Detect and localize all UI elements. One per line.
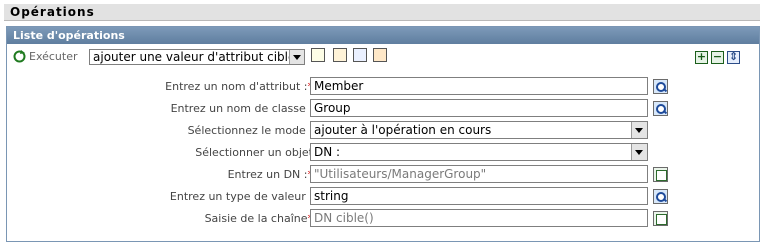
- remove-icon[interactable]: −: [711, 51, 724, 64]
- object-row: Sélectionner un objet DN :: [7, 142, 759, 164]
- add-icon[interactable]: +: [695, 51, 708, 64]
- search-icon[interactable]: [653, 101, 668, 116]
- cut-icon[interactable]: [333, 48, 347, 62]
- refresh-icon[interactable]: [13, 50, 26, 63]
- move-icon[interactable]: ⇕: [727, 51, 740, 64]
- editor-icon[interactable]: [653, 211, 668, 226]
- chevron-down-icon[interactable]: [631, 122, 647, 138]
- operation-select[interactable]: ajouter une valeur d'attribut cible: [89, 49, 305, 65]
- value-type-row: Entrez un type de valeur : string: [7, 186, 759, 208]
- dn-field[interactable]: "Utilisateurs/ManagerGroup": [310, 165, 648, 183]
- section-header: Opérations: [4, 4, 760, 21]
- properties-icon[interactable]: [311, 48, 325, 62]
- class-name-field[interactable]: Group: [310, 99, 648, 117]
- class-name-row: Entrez un nom de classe : Group: [7, 98, 759, 120]
- chevron-down-icon[interactable]: [289, 50, 304, 64]
- object-select-value: DN :: [314, 145, 341, 159]
- string-input-label: Saisie de la chaîne*: [204, 212, 313, 225]
- attribute-name-field[interactable]: Member: [310, 77, 648, 95]
- section-title: Opérations: [10, 5, 95, 19]
- paste-icon[interactable]: [373, 48, 387, 62]
- panel-title: Liste d'opérations: [7, 27, 759, 44]
- toolbar: Exécuter ajouter une valeur d'attribut c…: [7, 44, 759, 68]
- execute-label[interactable]: Exécuter: [29, 50, 78, 63]
- editor-icon[interactable]: [653, 167, 668, 182]
- string-input-row: Saisie de la chaîne* DN cible(): [7, 208, 759, 230]
- value-type-label: Entrez un type de valeur :: [169, 190, 313, 203]
- string-input-field[interactable]: DN cible(): [310, 209, 648, 227]
- search-icon[interactable]: [653, 79, 668, 94]
- dn-label: Entrez un DN :*: [227, 168, 313, 181]
- search-icon[interactable]: [653, 189, 668, 204]
- dn-value: "Utilisateurs/ManagerGroup": [314, 167, 487, 181]
- mode-select[interactable]: ajouter à l'opération en cours: [310, 121, 648, 139]
- operation-select-value: ajouter une valeur d'attribut cible: [93, 50, 296, 64]
- object-select[interactable]: DN :: [310, 143, 648, 161]
- operations-panel: Liste d'opérations Exécuter ajouter une …: [6, 26, 760, 242]
- class-name-value: Group: [314, 101, 351, 115]
- value-type-value: string: [314, 189, 349, 203]
- object-label: Sélectionner un objet: [195, 146, 313, 159]
- attribute-name-row: Entrez un nom d'attribut :* Member: [7, 76, 759, 98]
- copy-icon[interactable]: [353, 48, 367, 62]
- attribute-name-value: Member: [314, 79, 364, 93]
- mode-label: Sélectionnez le mode :: [187, 124, 313, 137]
- dn-row: Entrez un DN :* "Utilisateurs/ManagerGro…: [7, 164, 759, 186]
- class-name-label: Entrez un nom de classe :: [170, 102, 313, 115]
- value-type-field[interactable]: string: [310, 187, 648, 205]
- chevron-down-icon[interactable]: [631, 144, 647, 160]
- mode-select-value: ajouter à l'opération en cours: [314, 123, 492, 137]
- mode-row: Sélectionnez le mode : ajouter à l'opéra…: [7, 120, 759, 142]
- attribute-name-label: Entrez un nom d'attribut :*: [165, 80, 313, 93]
- string-input-value: DN cible(): [314, 211, 374, 225]
